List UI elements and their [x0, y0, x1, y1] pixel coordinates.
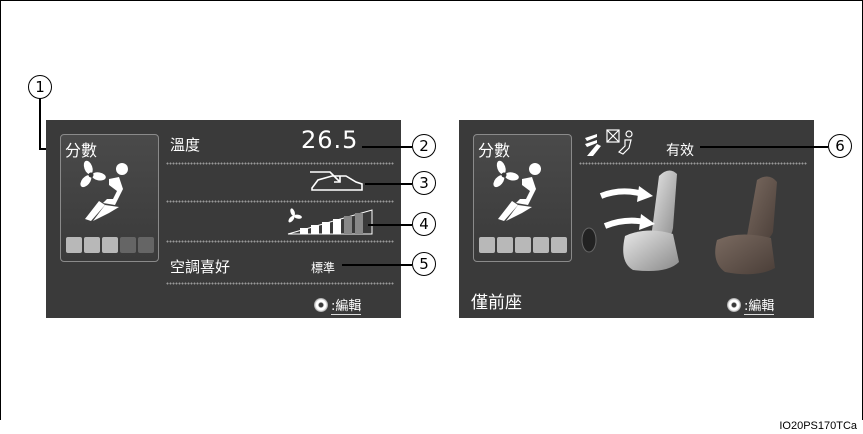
edit-label: :編輯	[744, 295, 775, 315]
figure-code: IO20PS170TCa	[779, 420, 857, 432]
callout-3-leader	[365, 183, 412, 185]
car-recirculation-icon[interactable]	[308, 168, 366, 194]
temperature-value[interactable]: 26.5	[301, 126, 358, 154]
level-segment	[497, 237, 513, 253]
level-segment	[138, 237, 154, 253]
edit-label: :編輯	[331, 295, 362, 315]
fan-speed-bars-icon[interactable]	[286, 208, 374, 236]
level-segment	[102, 237, 118, 253]
row-divider	[166, 282, 394, 285]
climate-screen-main: 分數 溫度 26.5 空調喜好 標準:編輯	[46, 120, 401, 318]
front-seat-only-icon[interactable]	[583, 128, 643, 158]
control-knob-icon	[314, 298, 328, 312]
callout-4: 4	[412, 212, 436, 236]
callout-5-leader	[342, 264, 412, 266]
callout-2-leader	[362, 146, 412, 148]
callout-1: 1	[28, 75, 52, 99]
level-segment	[551, 237, 567, 253]
callout-6: 6	[828, 134, 852, 158]
airflow-mode-panel[interactable]: 分數	[473, 134, 572, 262]
figure-frame-left	[0, 0, 1, 420]
temperature-label: 溫度	[170, 136, 201, 154]
edit-button[interactable]: :編輯	[727, 295, 775, 315]
fan-to-seat-icon	[80, 160, 128, 221]
airflow-mode-panel[interactable]: 分數	[60, 134, 159, 262]
callout-2: 2	[412, 134, 436, 158]
level-segment	[120, 237, 136, 253]
mode-label: 分數	[65, 141, 98, 160]
callout-4-leader	[368, 224, 412, 226]
figure-frame-top	[0, 0, 863, 1]
level-segment	[66, 237, 82, 253]
level-segment	[84, 237, 100, 253]
airflow-level-bar	[479, 237, 567, 253]
seat-target-label: 僅前座	[471, 293, 522, 313]
airflow-level-bar	[66, 237, 154, 253]
level-segment	[533, 237, 549, 253]
fan-to-seat-icon	[493, 160, 541, 221]
mode-label: 分數	[478, 141, 511, 160]
climate-screen-seat: 分數 有效 僅前座:編輯	[459, 120, 814, 318]
edit-button[interactable]: :編輯	[314, 295, 362, 315]
seat-illustration-icon	[581, 170, 777, 275]
row-divider	[166, 162, 394, 165]
row-divider	[166, 200, 394, 203]
ac-preference-label: 空調喜好	[170, 258, 231, 276]
callout-5: 5	[412, 252, 436, 276]
callout-3: 3	[412, 171, 436, 195]
status-value: 有效	[666, 143, 694, 159]
row-divider	[579, 162, 807, 165]
callout-1-leader	[39, 98, 41, 149]
level-segment	[515, 237, 531, 253]
level-segment	[479, 237, 495, 253]
control-knob-icon	[727, 298, 741, 312]
callout-6-leader	[700, 146, 828, 148]
row-divider	[166, 240, 394, 243]
ac-preference-value[interactable]: 標準	[311, 259, 335, 276]
